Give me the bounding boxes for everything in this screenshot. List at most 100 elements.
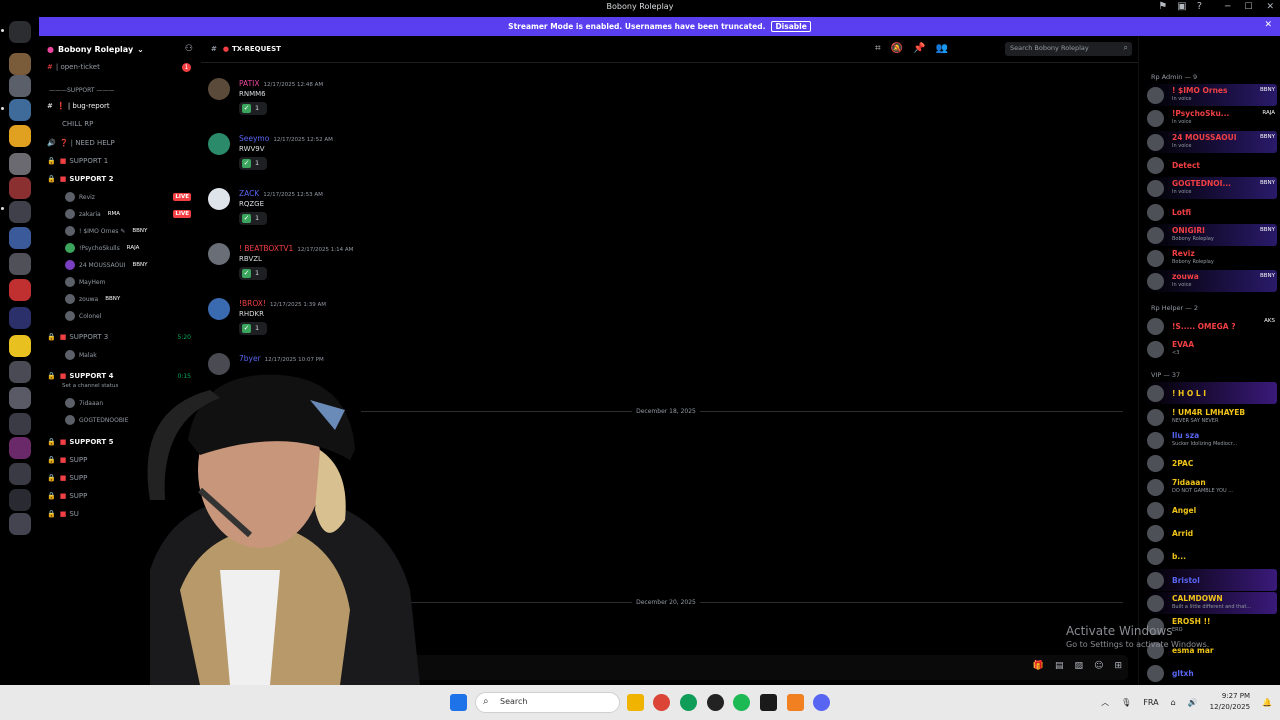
channel-support-3[interactable]: 🔒 ■ SUPPORT 3 [47,333,108,341]
channel-support[interactable]: 🔒 ■ SUPP [47,492,87,500]
member-item[interactable]: b... [1145,545,1277,567]
message-composer[interactable]: 🎁 ▤ ▨ ☺ ⊞ [401,655,1128,680]
language-indicator[interactable]: FRA [1143,698,1158,707]
server-icon[interactable] [9,177,31,199]
server-icon[interactable] [9,361,31,383]
apps-icon[interactable]: ⊞ [1114,661,1122,671]
nvidia-icon[interactable] [760,694,777,711]
app-icon[interactable] [787,694,804,711]
search-input[interactable]: Search Bobony Roleplay ⌕ [1005,42,1132,56]
member-item[interactable]: Angel [1145,499,1277,521]
channel-chill-rp[interactable]: CHILL RP [62,120,93,128]
member-item[interactable]: ! H O L I [1145,382,1277,405]
server-icon[interactable] [9,489,31,511]
member-item[interactable]: EVAA <3 [1145,338,1277,360]
members-icon[interactable]: 👥 [936,43,948,54]
message-author[interactable]: Seeymo 12/17/2025 12:52 AM [239,134,333,143]
server-name[interactable]: ● Bobony Roleplay ⌄ [47,45,144,54]
reaction[interactable]: ✓ 1 [239,267,267,280]
reaction[interactable]: ✓ 1 [239,212,267,225]
avatar[interactable] [208,243,230,265]
add-member-icon[interactable]: ⚇ [185,44,193,54]
channel-support[interactable]: 🔒 ■ SUPP [47,474,87,482]
message-author[interactable]: ! BEATBOXTV1 12/17/2025 1:14 AM [239,244,353,253]
voice-user[interactable]: Colonel [65,311,101,321]
avatar[interactable] [208,298,230,320]
taskbar-search[interactable]: ⌕ Search [475,692,620,713]
server-icon[interactable] [9,99,31,121]
category-support[interactable]: ———SUPPORT ——— [49,87,114,94]
server-icon[interactable] [9,413,31,435]
network-icon[interactable]: ⌂ [1171,698,1176,707]
notification-icon[interactable]: 🔕 [891,43,903,54]
channel-support-2[interactable]: 🔒 ■ SUPPORT 2 [47,175,113,183]
member-item[interactable]: 24 MOUSSAOUI In voice BBNY [1145,130,1277,153]
server-icon[interactable] [9,437,31,459]
voice-user[interactable]: MayHem [65,277,105,287]
help-icon[interactable]: ? [1197,1,1202,12]
channel-bug-report[interactable]: # ❗ | bug-report [47,102,110,110]
server-icon[interactable] [9,463,31,485]
avatar[interactable] [208,78,230,100]
screen-icon[interactable]: ▣ [1177,1,1186,12]
voice-user[interactable]: 24 MOUSSAOUI BBNY [65,260,147,270]
channel-support-1[interactable]: 🔒 ■ SUPPORT 1 [47,157,108,165]
channel-support-4[interactable]: 🔒 ■ SUPPORT 4 [47,372,113,380]
maximize-icon[interactable]: ☐ [1244,2,1252,12]
mic-icon[interactable]: 🎙 [1121,698,1131,707]
member-item[interactable]: ONIGIRI Bobony Roleplay BBNY [1145,223,1277,246]
member-item[interactable]: Ilu sza Sucker Idolizing Mediocr... [1145,429,1277,451]
member-item[interactable]: gltxh [1145,662,1277,684]
threads-icon[interactable]: ⌗ [875,43,881,54]
clock[interactable]: 9:27 PM 12/20/2025 [1210,691,1250,713]
member-item[interactable]: 7idaaan DO NOT GAMBLE YOU ... [1145,476,1277,498]
server-icon[interactable] [9,335,31,357]
channel-support[interactable]: 🔒 ■ SU [47,510,79,518]
member-item[interactable]: Bristol [1145,568,1277,591]
member-item[interactable]: Reviz Bobony Roleplay [1145,247,1277,269]
server-icon[interactable] [9,227,31,249]
close-icon[interactable]: ✕ [1266,2,1274,12]
gif-icon[interactable]: ▤ [1055,661,1064,671]
member-item[interactable]: ! $IMO Ornes In voice BBNY [1145,84,1277,106]
voice-user[interactable]: zakaria RMA [65,209,120,219]
steam-icon[interactable] [707,694,724,711]
server-icon[interactable] [9,513,31,535]
voice-user[interactable]: !PsychoSkulls RAJA [65,243,139,253]
reaction[interactable]: ✓ 1 [239,102,267,115]
member-item[interactable]: CALMDOWN Built a little different and tha… [1145,592,1277,614]
message-author[interactable]: ZACK 12/17/2025 12:53 AM [239,189,323,198]
avatar[interactable] [208,133,230,155]
reaction[interactable]: ✓ 1 [239,157,267,170]
channel-open-ticket[interactable]: # | open-ticket [47,63,100,71]
voice-user[interactable]: Reviz [65,192,95,202]
server-icon[interactable] [9,201,31,223]
volume-icon[interactable]: 🔊 [1188,698,1198,707]
avatar[interactable] [208,188,230,210]
emoji-icon[interactable]: ☺ [1094,661,1103,671]
server-icon[interactable] [9,253,31,275]
gift-icon[interactable]: 🎁 [1033,661,1044,671]
channel-need-help[interactable]: 🔊 ❓ | NEED HELP [47,139,115,147]
discord-icon[interactable] [813,694,830,711]
member-item[interactable]: Lotfi [1145,201,1277,223]
voice-user[interactable]: ! $IMO Ornes ✎ BBNY [65,226,147,236]
server-icon[interactable] [9,125,31,147]
close-banner-icon[interactable]: ✕ [1264,20,1272,30]
server-icon[interactable] [9,53,31,75]
member-item[interactable]: !PsychoSku... In voice RAJA [1145,107,1277,129]
spotify-icon[interactable] [733,694,750,711]
minimize-icon[interactable]: ─ [1225,2,1230,12]
server-icon[interactable] [9,75,31,97]
member-item[interactable]: GOGTEDNOI... In voice BBNY [1145,177,1277,200]
home-icon[interactable] [9,21,31,43]
channel-support-5[interactable]: 🔒 ■ SUPPORT 5 [47,438,113,446]
chevron-up-icon[interactable]: ︿ [1101,697,1109,708]
message-author[interactable]: PATIX 12/17/2025 12:48 AM [239,79,323,88]
reaction[interactable]: ✓ 1 [239,322,267,335]
member-item[interactable]: Arrid [1145,522,1277,544]
server-icon[interactable] [9,153,31,175]
member-item[interactable]: !S..... OMEGA ? AKS [1145,315,1277,337]
message-author[interactable]: !BROX! 12/17/2025 1:39 AM [239,299,326,308]
member-item[interactable]: 2PAC [1145,452,1277,474]
